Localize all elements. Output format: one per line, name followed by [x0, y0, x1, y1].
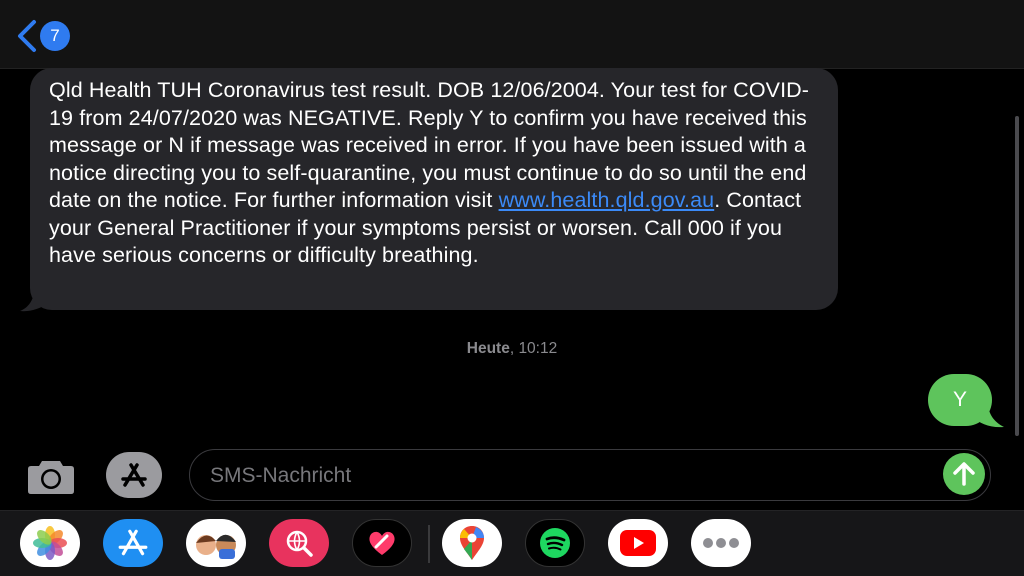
camera-button[interactable]	[26, 454, 76, 498]
app-store-a-icon	[118, 529, 148, 556]
more-dots-icon	[703, 538, 739, 548]
camera-icon	[28, 461, 74, 494]
more-apps-button[interactable]	[691, 519, 751, 567]
message-link[interactable]: www.health.qld.gov.au	[499, 188, 715, 212]
timestamp-time: , 10:12	[509, 340, 558, 357]
drawer-divider	[428, 525, 430, 563]
outgoing-message-text: Y	[952, 388, 967, 411]
youtube-app-button[interactable]	[608, 519, 668, 567]
send-button[interactable]	[943, 453, 985, 495]
sms-input[interactable]	[208, 460, 912, 492]
search-web-app-button[interactable]	[269, 519, 329, 567]
message-timestamp: Heute, 10:12	[0, 340, 1024, 358]
app-store-button[interactable]	[106, 452, 162, 498]
digital-touch-app-button[interactable]	[352, 519, 412, 567]
heart-icon	[369, 531, 395, 555]
conversation-header: 7	[0, 0, 1024, 69]
photos-app-button[interactable]	[20, 519, 80, 567]
google-maps-app-button[interactable]	[442, 519, 502, 567]
messages-screen: 7 Qld Health TUH Coronavirus test result…	[0, 0, 1024, 576]
memoji-icon	[196, 534, 236, 559]
incoming-message-bubble[interactable]: Qld Health TUH Coronavirus test result. …	[30, 68, 838, 310]
photos-icon	[33, 526, 67, 560]
memoji-app-button[interactable]	[186, 519, 246, 567]
outgoing-message-bubble[interactable]: Y	[928, 374, 992, 426]
spotify-icon	[540, 528, 570, 558]
app-drawer	[0, 510, 1024, 576]
globe-search-icon	[286, 530, 313, 557]
message-input-field[interactable]	[189, 449, 991, 501]
app-store-icon	[121, 463, 147, 487]
timestamp-day: Heute	[466, 340, 510, 357]
app-store-app-button[interactable]	[103, 519, 163, 567]
spotify-app-button[interactable]	[525, 519, 585, 567]
scrollbar[interactable]	[1015, 116, 1019, 436]
youtube-play-icon	[620, 530, 656, 556]
arrow-up-icon	[953, 462, 975, 486]
chevron-left-icon	[18, 20, 36, 52]
unread-count-badge: 7	[40, 21, 70, 51]
back-button[interactable]: 7	[16, 18, 76, 54]
map-pin-icon	[460, 526, 484, 560]
